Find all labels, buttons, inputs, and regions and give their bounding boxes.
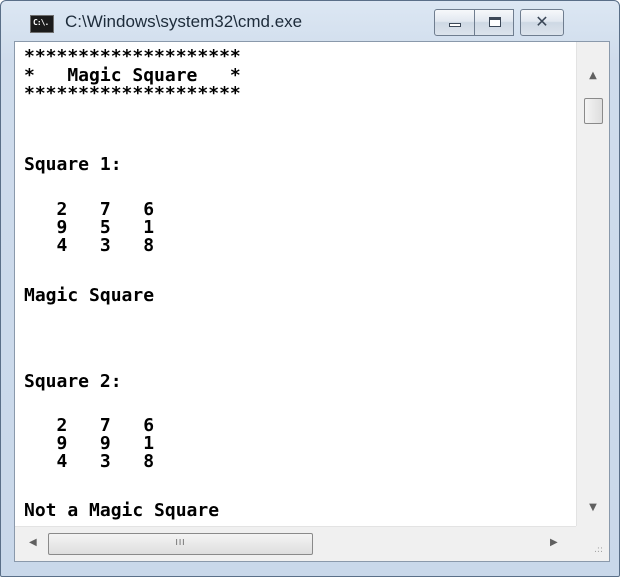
console-line: Square 2:	[24, 371, 122, 392]
scroll-left-icon[interactable]: ◀	[29, 537, 37, 548]
console-line: 4 3 8	[24, 451, 155, 472]
cmd-icon-label: C:\.	[33, 18, 49, 27]
console-line: ********************	[24, 46, 241, 67]
minimize-icon	[449, 23, 461, 27]
console-window: C:\. C:\Windows\system32\cmd.exe ✕ *****…	[0, 0, 620, 577]
horizontal-scrollbar[interactable]: ◀ III ▶	[15, 526, 578, 561]
vertical-scrollbar[interactable]: ▲ ▼	[576, 42, 609, 526]
scroll-right-icon[interactable]: ▶	[550, 537, 558, 548]
console-line: ********************	[24, 83, 241, 104]
window-title: C:\Windows\system32\cmd.exe	[65, 12, 303, 31]
console-line: Square 1:	[24, 154, 122, 175]
close-icon: ✕	[535, 12, 549, 31]
title-bar[interactable]: C:\. C:\Windows\system32\cmd.exe ✕	[1, 1, 619, 41]
vertical-scroll-thumb[interactable]	[584, 98, 603, 124]
minimize-button[interactable]	[434, 9, 475, 36]
cmd-icon[interactable]: C:\.	[30, 15, 54, 33]
console-output[interactable]: ******************** * Magic Square * **…	[16, 43, 576, 527]
scroll-up-icon[interactable]: ▲	[577, 70, 609, 81]
console-client-area: ******************** * Magic Square * **…	[14, 41, 610, 562]
resize-grip[interactable]: .::	[576, 526, 609, 561]
console-line: Magic Square	[24, 285, 155, 306]
resize-grip-icon: .::	[594, 545, 603, 555]
maximize-icon	[489, 17, 501, 27]
grip-lines-icon: III	[175, 538, 186, 547]
maximize-button[interactable]	[474, 9, 514, 36]
console-line: 4 3 8	[24, 235, 155, 256]
close-button[interactable]: ✕	[520, 9, 564, 36]
console-line: Not a Magic Square	[24, 500, 220, 521]
scroll-down-icon[interactable]: ▼	[577, 502, 609, 513]
horizontal-scroll-thumb[interactable]: III	[48, 533, 313, 555]
